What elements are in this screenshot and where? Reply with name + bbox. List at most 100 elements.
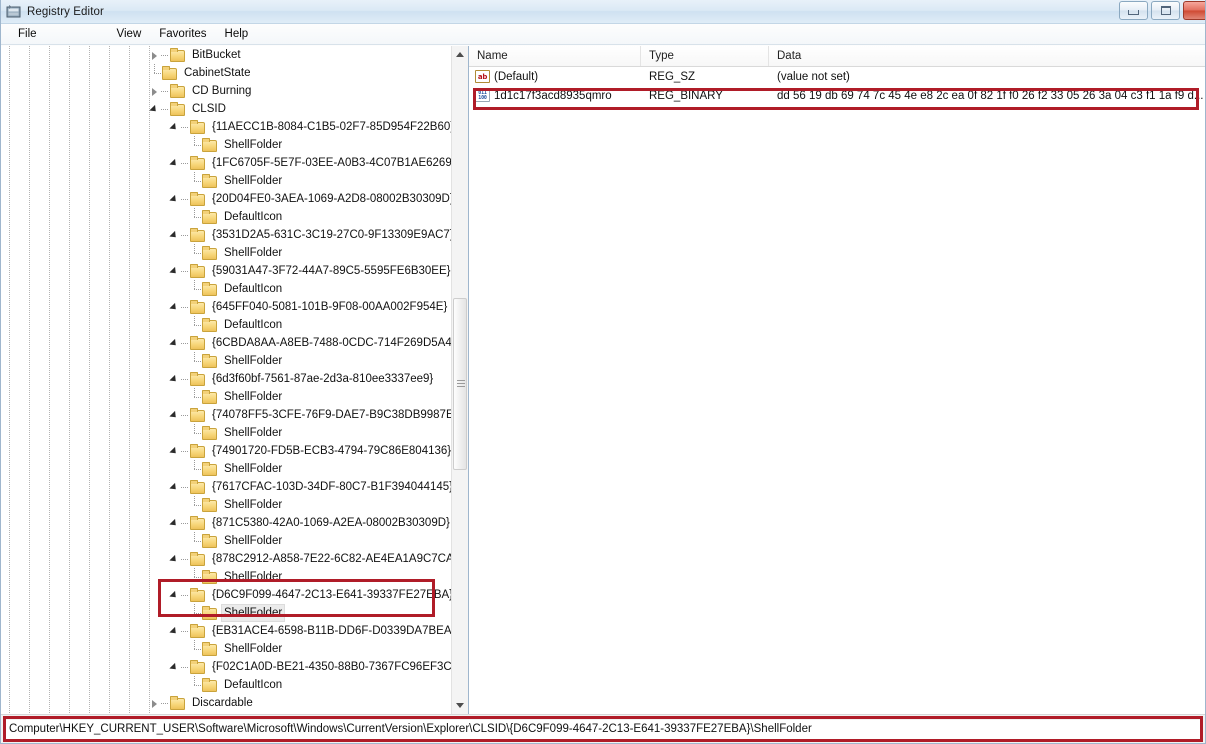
- collapse-arrow-icon[interactable]: [169, 262, 181, 280]
- tree-item[interactable]: ShellFolder: [1, 424, 451, 442]
- collapse-arrow-icon[interactable]: [169, 586, 181, 604]
- value-row[interactable]: 0111001d1c17f3acd8935qmroREG_BINARYdd 56…: [469, 86, 1205, 105]
- collapse-arrow-icon[interactable]: [149, 100, 161, 118]
- tree-item[interactable]: ShellFolder: [1, 172, 451, 190]
- tree-item[interactable]: ShellFolder: [1, 460, 451, 478]
- collapse-arrow-icon[interactable]: [169, 226, 181, 244]
- collapse-arrow-icon[interactable]: [169, 550, 181, 568]
- tree-item[interactable]: {20D04FE0-3AEA-1069-A2D8-08002B30309D}: [1, 190, 451, 208]
- tree-vertical-scrollbar[interactable]: [451, 46, 468, 714]
- collapse-arrow-icon[interactable]: [169, 190, 181, 208]
- tree-item[interactable]: ShellFolder: [1, 244, 451, 262]
- menu-file[interactable]: File: [9, 26, 46, 43]
- tree-item[interactable]: {74901720-FD5B-ECB3-4794-79C86E804136}: [1, 442, 451, 460]
- tree-item[interactable]: CD Burning: [1, 82, 451, 100]
- folder-icon: [189, 444, 205, 458]
- collapse-arrow-icon[interactable]: [169, 370, 181, 388]
- tree-item[interactable]: {6d3f60bf-7561-87ae-2d3a-810ee3337ee9}: [1, 370, 451, 388]
- folder-icon: [189, 624, 205, 638]
- column-header-name[interactable]: Name: [469, 46, 641, 66]
- scrollbar-grip-icon: [457, 380, 465, 388]
- tree-item[interactable]: DefaultIcon: [1, 316, 451, 334]
- maximize-button[interactable]: [1151, 1, 1180, 20]
- collapse-arrow-icon[interactable]: [169, 406, 181, 424]
- close-button[interactable]: [1183, 1, 1205, 20]
- collapse-arrow-icon[interactable]: [169, 658, 181, 676]
- tree-item[interactable]: {D6C9F099-4647-2C13-E641-39337FE27EBA}: [1, 586, 451, 604]
- tree-item[interactable]: ShellFolder: [1, 640, 451, 658]
- tree-item-label: DefaultIcon: [221, 281, 285, 297]
- folder-icon: [201, 282, 217, 296]
- value-row[interactable]: ab(Default)REG_SZ(value not set): [469, 67, 1205, 86]
- minimize-button[interactable]: [1119, 1, 1148, 20]
- registry-editor-window: Registry Editor File View Favorites Help…: [0, 0, 1206, 744]
- column-header-data[interactable]: Data: [769, 46, 1205, 66]
- value-list-pane: Name Type Data ab(Default)REG_SZ(value n…: [469, 46, 1205, 714]
- tree-item[interactable]: Discardable: [1, 694, 451, 712]
- expand-arrow-icon[interactable]: [149, 46, 161, 64]
- scroll-up-button[interactable]: [452, 46, 468, 63]
- tree-item-label: BitBucket: [189, 47, 244, 63]
- tree-item[interactable]: BitBucket: [1, 46, 451, 64]
- folder-icon: [201, 606, 217, 620]
- collapse-arrow-icon[interactable]: [169, 478, 181, 496]
- collapse-arrow-icon[interactable]: [169, 442, 181, 460]
- tree-item[interactable]: CLSID: [1, 100, 451, 118]
- tree-item[interactable]: {11AECC1B-8084-C1B5-02F7-85D954F22B60}: [1, 118, 451, 136]
- collapse-arrow-icon[interactable]: [169, 154, 181, 172]
- tree-item[interactable]: DefaultIcon: [1, 676, 451, 694]
- tree-item[interactable]: ShellFolder: [1, 388, 451, 406]
- tree-item[interactable]: DefaultIcon: [1, 280, 451, 298]
- tree-item[interactable]: {645FF040-5081-101B-9F08-00AA002F954E}: [1, 298, 451, 316]
- expand-arrow-icon[interactable]: [149, 82, 161, 100]
- collapse-arrow-icon[interactable]: [169, 514, 181, 532]
- menu-help[interactable]: Help: [216, 26, 258, 43]
- tree-item[interactable]: ShellFolder: [1, 604, 451, 622]
- chevron-up-icon: [456, 52, 464, 57]
- tree-item[interactable]: ShellFolder: [1, 352, 451, 370]
- tree-item[interactable]: ShellFolder: [1, 568, 451, 586]
- tree-item[interactable]: {6CBDA8AA-A8EB-7488-0CDC-714F269D5A46}: [1, 334, 451, 352]
- folder-icon: [189, 372, 205, 386]
- tree-item-label: ShellFolder: [221, 389, 285, 405]
- tree-connector: [161, 703, 168, 704]
- tree-item[interactable]: ShellFolder: [1, 532, 451, 550]
- tree-item[interactable]: ShellFolder: [1, 496, 451, 514]
- tree-item[interactable]: {59031A47-3F72-44A7-89C5-5595FE6B30EE}: [1, 262, 451, 280]
- collapse-arrow-icon[interactable]: [169, 622, 181, 640]
- tree-connector: [181, 307, 188, 308]
- tree-connector: [189, 208, 201, 226]
- tree-item[interactable]: {3531D2A5-631C-3C19-27C0-9F13309E9AC7}: [1, 226, 451, 244]
- tree-item-label: ShellFolder: [221, 533, 285, 549]
- registry-tree[interactable]: BitBucketCabinetStateCD BurningCLSID{11A…: [1, 46, 451, 714]
- tree-item[interactable]: {871C5380-42A0-1069-A2EA-08002B30309D}: [1, 514, 451, 532]
- tree-item-label: ShellFolder: [221, 353, 285, 369]
- folder-icon: [201, 498, 217, 512]
- tree-item[interactable]: {74078FF5-3CFE-76F9-DAE7-B9C38DB9987E}: [1, 406, 451, 424]
- column-header-type[interactable]: Type: [641, 46, 769, 66]
- expand-arrow-icon[interactable]: [149, 694, 161, 712]
- status-bar: Computer\HKEY_CURRENT_USER\Software\Micr…: [1, 714, 1205, 743]
- collapse-arrow-icon[interactable]: [169, 334, 181, 352]
- tree-item[interactable]: {F02C1A0D-BE21-4350-88B0-7367FC96EF3C}: [1, 658, 451, 676]
- collapse-arrow-icon[interactable]: [169, 118, 181, 136]
- tree-item[interactable]: ShellFolder: [1, 136, 451, 154]
- tree-item[interactable]: {878C2912-A858-7E22-6C82-AE4EA1A9C7CA}: [1, 550, 451, 568]
- folder-icon: [201, 570, 217, 584]
- scroll-down-button[interactable]: [452, 697, 468, 714]
- tree-item[interactable]: {1FC6705F-5E7F-03EE-A0B3-4C07B1AE6269}: [1, 154, 451, 172]
- tree-item[interactable]: CabinetState: [1, 64, 451, 82]
- tree-item[interactable]: {7617CFAC-103D-34DF-80C7-B1F394044145}: [1, 478, 451, 496]
- collapse-arrow-icon[interactable]: [169, 298, 181, 316]
- folder-icon: [201, 642, 217, 656]
- scrollbar-thumb[interactable]: [453, 298, 467, 470]
- menu-favorites[interactable]: Favorites: [150, 26, 215, 43]
- folder-icon: [189, 552, 205, 566]
- tree-item[interactable]: {EB31ACE4-6598-B11B-DD6F-D0339DA7BEAF}: [1, 622, 451, 640]
- menu-view[interactable]: View: [108, 26, 151, 43]
- tree-item-label: ShellFolder: [221, 497, 285, 513]
- tree-item[interactable]: DefaultIcon: [1, 208, 451, 226]
- tree-item-label: {11AECC1B-8084-C1B5-02F7-85D954F22B60}: [209, 119, 457, 135]
- tree-item-label: DefaultIcon: [221, 677, 285, 693]
- binary-value-icon: 011100: [475, 89, 490, 102]
